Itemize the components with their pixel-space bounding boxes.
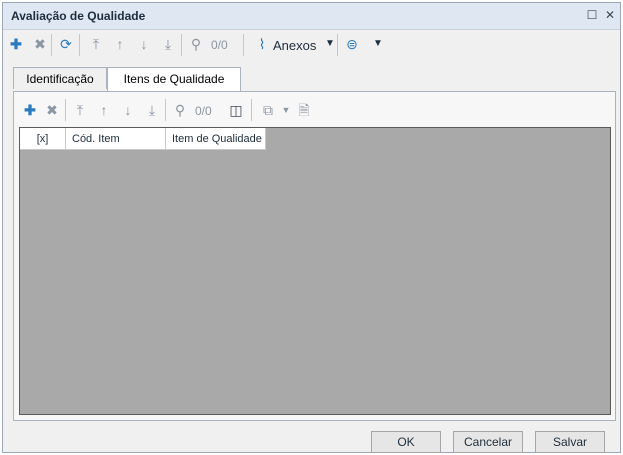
record-counter: 0/0 [211,38,228,52]
cancel-button[interactable]: Cancelar [453,431,523,453]
add-item-icon[interactable]: ✚ [21,101,39,119]
move-down-icon[interactable]: ↓ [135,35,153,53]
tab-itens-qualidade[interactable]: Itens de Qualidade [107,67,241,91]
tab-strip: Identificação Itens de Qualidade [13,67,613,91]
toolbar-separator [243,34,244,56]
toolbar-separator [251,99,252,121]
column-header-item-qualidade[interactable]: Item de Qualidade [166,128,266,150]
dialog-window: Avaliação de Qualidade ☐ ✕ ✚ ✖ ⟳ ⤒ ↑ ↓ ⤓… [2,2,621,453]
chevron-down-icon[interactable]: ▼ [277,101,295,119]
add-icon[interactable]: ✚ [7,35,25,53]
maximize-button[interactable]: ☐ [585,8,599,22]
globe-icon[interactable]: ⊜ [343,35,361,53]
move-top-icon[interactable]: ⤒ [87,35,105,53]
toolbar-separator [337,34,338,56]
move-up-icon[interactable]: ↑ [95,101,113,119]
item-counter: 0/0 [195,104,212,118]
columns-icon[interactable]: ◫ [227,101,245,119]
anexos-button[interactable]: Anexos [273,38,316,53]
search-icon[interactable]: ⚲ [171,101,189,119]
tab-identificacao[interactable]: Identificação [13,67,107,89]
ok-button[interactable]: OK [371,431,441,453]
move-up-icon[interactable]: ↑ [111,35,129,53]
chevron-down-icon[interactable]: ▼ [369,35,387,53]
main-toolbar: ✚ ✖ ⟳ ⤒ ↑ ↓ ⤓ ⚲ 0/0 ⌇ Anexos ▼ ⊜ ▼ [3,30,620,60]
move-bottom-icon[interactable]: ⤓ [143,101,161,119]
column-header-cod-item[interactable]: Cód. Item [66,128,166,150]
window-title: Avaliação de Qualidade [11,9,146,23]
document-icon[interactable]: 🗎 [295,101,313,119]
toolbar-separator [65,99,66,121]
toolbar-separator [165,99,166,121]
items-grid[interactable]: [x] Cód. Item Item de Qualidade [19,127,611,415]
move-bottom-icon[interactable]: ⤓ [159,35,177,53]
export-icon[interactable]: ⧉ [259,101,277,119]
refresh-icon[interactable]: ⟳ [57,35,75,53]
search-icon[interactable]: ⚲ [187,35,205,53]
save-button[interactable]: Salvar [535,431,605,453]
close-button[interactable]: ✕ [603,8,617,22]
paperclip-icon[interactable]: ⌇ [253,35,271,53]
delete-icon[interactable]: ✖ [31,35,49,53]
move-down-icon[interactable]: ↓ [119,101,137,119]
toolbar-separator [181,34,182,56]
toolbar-separator [79,34,80,56]
move-top-icon[interactable]: ⤒ [71,101,89,119]
title-bar: Avaliação de Qualidade ☐ ✕ [3,3,620,30]
delete-item-icon[interactable]: ✖ [43,101,61,119]
column-header-select[interactable]: [x] [20,128,66,150]
toolbar-separator [51,34,52,56]
